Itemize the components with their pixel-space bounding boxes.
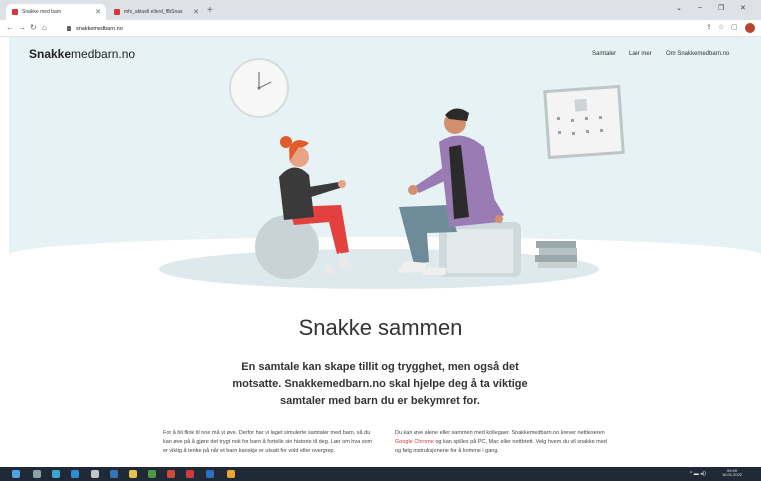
outlook-icon[interactable]: [110, 470, 118, 478]
favicon-icon: [12, 9, 18, 15]
reload-icon[interactable]: ↻: [30, 22, 37, 34]
nav-laer-mer[interactable]: Lær mer: [629, 51, 652, 57]
tab-strip: Snakke med barn ✕ mfs_aktuell ellerd_ffb…: [0, 0, 761, 20]
url-text: snakkemedbarn.no: [76, 25, 123, 32]
search-icon[interactable]: [33, 470, 41, 478]
close-tab-icon[interactable]: ✕: [193, 8, 199, 16]
favicon-icon: [114, 9, 120, 15]
word-icon[interactable]: [186, 470, 194, 478]
page-title: Snakke sammen: [298, 315, 463, 340]
nav-om[interactable]: Om Snakkemedbarn.no: [666, 51, 729, 57]
new-tab-button[interactable]: +: [207, 5, 213, 17]
google-chrome-link[interactable]: Google Chrome: [395, 439, 434, 445]
nav-samtaler[interactable]: Samtaler: [592, 51, 616, 57]
browser-toolbar: ← → ↻ ⌂ snakkemedbarn.no ⇪ ☆ ▢: [0, 20, 761, 37]
edge-icon[interactable]: [71, 470, 79, 478]
lock-icon: [67, 26, 71, 31]
intro-text-left: For å bli flink til noe må vi øve. Derfo…: [163, 430, 373, 454]
maximize-button[interactable]: ❐: [718, 4, 724, 12]
address-bar[interactable]: snakkemedbarn.no: [67, 23, 707, 34]
page-subtitle: En samtale kan skape tillit og trygghet,…: [232, 361, 528, 407]
chrome-icon[interactable]: [52, 470, 60, 478]
screen: Snakke med barn ✕ mfs_aktuell ellerd_ffb…: [0, 0, 761, 481]
tray-icons[interactable]: ^ ▬ ◂)): [690, 470, 706, 478]
bookmark-star-icon[interactable]: ☆: [718, 23, 724, 33]
back-icon[interactable]: ←: [6, 22, 14, 34]
forward-icon[interactable]: →: [18, 22, 26, 34]
office-icon[interactable]: [167, 470, 175, 478]
explorer-icon[interactable]: [129, 470, 137, 478]
clock[interactable]: 09:49 16.01.2022: [722, 469, 742, 477]
intro-text-right: Du kan øve alene eller sammen med kolleg…: [395, 430, 607, 454]
share-icon[interactable]: ⇪: [706, 23, 712, 33]
books-stack: [535, 241, 577, 268]
minimize-button[interactable]: –: [698, 4, 702, 11]
pinboard-icon: [543, 84, 625, 160]
home-icon[interactable]: ⌂: [42, 22, 47, 34]
site-logo[interactable]: Snakkemedbarn.no: [29, 47, 135, 61]
teams-icon[interactable]: [91, 470, 99, 478]
app2-icon[interactable]: [227, 470, 235, 478]
close-window-button[interactable]: ✕: [740, 4, 746, 12]
web-page: Snakkemedbarn.no Samtaler Lær mer Om Sna…: [0, 37, 761, 467]
sidepanel-icon[interactable]: ▢: [731, 23, 738, 33]
tab-snakke-med-barn[interactable]: Snakke med barn ✕: [6, 4, 106, 20]
clock-icon: [229, 58, 289, 118]
windows-taskbar: ^ ▬ ◂)) 09:49 16.01.2022: [0, 467, 761, 481]
hero-illustration: [229, 58, 625, 279]
pdf-icon[interactable]: [148, 470, 156, 478]
hero-section: Snakkemedbarn.no Samtaler Lær mer Om Sna…: [9, 37, 761, 297]
windows-icon[interactable]: [12, 470, 20, 478]
close-tab-icon[interactable]: ✕: [95, 8, 101, 16]
profile-avatar[interactable]: [745, 23, 755, 33]
tab-second[interactable]: mfs_aktuell ellerd_ffbSnas ✕: [108, 4, 204, 20]
app-icon[interactable]: [206, 470, 214, 478]
tab-search-icon[interactable]: ⌄: [676, 4, 682, 12]
exercise-ball: [255, 215, 319, 279]
